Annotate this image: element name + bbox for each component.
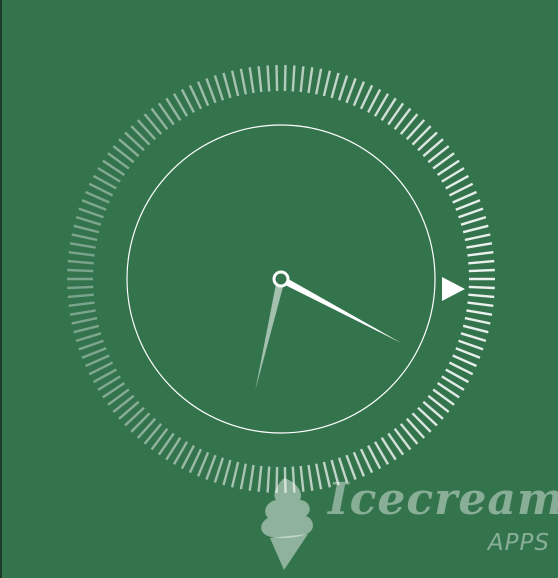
tick-mark xyxy=(257,66,263,93)
tick-mark xyxy=(275,64,279,92)
tick-mark xyxy=(458,207,484,219)
tick-mark xyxy=(248,464,255,491)
tick-mark xyxy=(468,268,495,273)
tick-mark xyxy=(230,70,240,97)
tick-mark xyxy=(467,301,494,307)
tick-mark xyxy=(239,68,247,95)
tick-mark xyxy=(299,66,305,93)
tick-mark xyxy=(85,190,110,204)
tick-mark xyxy=(69,242,96,249)
minute-hand xyxy=(255,278,285,391)
tick-mark xyxy=(67,268,94,273)
tick-mark xyxy=(337,75,349,101)
tick-mark xyxy=(75,332,102,343)
tick-mark xyxy=(71,316,98,325)
brand-wordmark: Icecream xyxy=(328,474,558,525)
tick-mark xyxy=(291,65,296,92)
tick-mark xyxy=(67,259,94,265)
ice-cream-cone-icon xyxy=(261,478,313,570)
tick-mark xyxy=(71,233,98,242)
tick-mark xyxy=(458,339,484,351)
tick-mark xyxy=(248,67,255,94)
tick-mark xyxy=(468,293,495,299)
tick-mark xyxy=(205,77,217,104)
tick-mark xyxy=(466,309,493,316)
tick-mark xyxy=(462,324,489,334)
tick-mark xyxy=(452,354,477,368)
tick-mark xyxy=(345,77,357,104)
tick-mark xyxy=(464,316,491,325)
tick-mark xyxy=(67,285,94,290)
tick-mark xyxy=(307,67,314,94)
tick-mark xyxy=(330,72,340,99)
play-triangle-icon[interactable] xyxy=(442,277,465,301)
tick-mark xyxy=(68,251,95,257)
brand-logo: Icecream APPS xyxy=(324,472,558,572)
tick-mark xyxy=(222,72,232,99)
tick-mark xyxy=(239,463,247,490)
tick-mark xyxy=(213,75,225,101)
tick-mark xyxy=(78,207,104,219)
tick-mark xyxy=(69,309,96,316)
tick-mark xyxy=(81,347,107,359)
tick-mark xyxy=(230,461,240,488)
tick-mark xyxy=(196,81,210,107)
center-pivot xyxy=(272,270,290,288)
tick-mark xyxy=(78,339,104,351)
tick-mark xyxy=(75,215,102,226)
tick-mark xyxy=(222,459,232,486)
tick-mark xyxy=(283,64,287,92)
tick-mark xyxy=(452,190,477,204)
tick-mark xyxy=(468,259,495,265)
tick-mark xyxy=(205,454,217,481)
tick-mark xyxy=(315,68,323,95)
tick-mark xyxy=(467,251,494,257)
tick-mark xyxy=(466,242,493,249)
brand-subtitle: APPS xyxy=(487,530,550,556)
tick-mark xyxy=(266,65,271,92)
tick-mark xyxy=(81,199,107,211)
tick-mark xyxy=(462,224,489,234)
tick-mark xyxy=(68,301,95,307)
hour-hand xyxy=(279,275,402,344)
tick-mark xyxy=(455,199,481,211)
tick-mark xyxy=(73,324,100,334)
tick-mark xyxy=(67,293,94,299)
tick-mark xyxy=(468,285,495,290)
app-screen: Icecream APPS xyxy=(0,0,558,578)
tick-mark xyxy=(455,347,481,359)
tick-mark xyxy=(352,81,366,107)
tick-mark xyxy=(213,457,225,483)
tick-mark xyxy=(196,451,210,477)
tick-mark xyxy=(73,224,100,234)
tick-mark xyxy=(322,70,332,97)
tick-mark xyxy=(464,233,491,242)
tick-mark xyxy=(460,332,487,343)
tick-mark xyxy=(85,354,110,368)
tick-mark xyxy=(460,215,487,226)
